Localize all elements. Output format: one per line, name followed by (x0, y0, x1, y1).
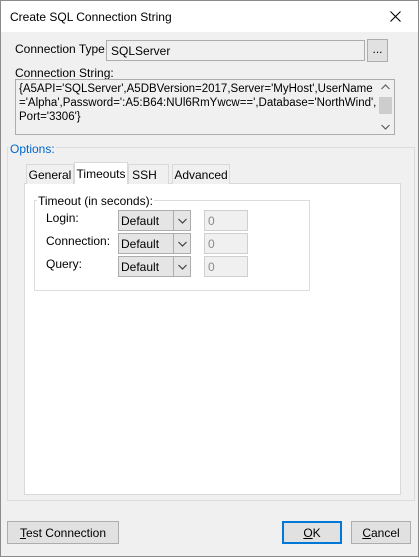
cancel-label: Cancel (362, 526, 399, 540)
connection-type-label: Connection Type: (15, 42, 109, 56)
login-timeout-mode-select[interactable]: Default (118, 210, 191, 231)
tab-ssh[interactable]: SSH (128, 164, 169, 184)
test-connection-label: Test Connection (20, 526, 106, 540)
browse-connection-type-button[interactable]: ... (367, 39, 388, 62)
tab-advanced-label: Advanced (174, 167, 228, 182)
connection-type-value: SQLServer (111, 44, 171, 58)
connection-type-field[interactable]: SQLServer (106, 40, 365, 61)
options-label: Options: (9, 142, 56, 156)
timeout-group-label: Timeout (in seconds): (37, 194, 154, 208)
tab-timeouts[interactable]: Timeouts (74, 162, 128, 184)
test-connection-button[interactable]: Test Connection (7, 521, 119, 544)
query-timeout-label: Query: (46, 257, 83, 271)
cancel-accelerator: C (362, 525, 371, 540)
cancel-button[interactable]: Cancel (351, 521, 411, 544)
login-timeout-input[interactable]: 0 (204, 210, 248, 231)
close-button[interactable] (372, 1, 418, 32)
connection-timeout-input[interactable]: 0 (204, 233, 248, 254)
chevron-down-icon[interactable] (173, 234, 190, 253)
connection-string-label: Connection String: (15, 66, 114, 80)
cancel-label-rest: ancel (370, 525, 400, 540)
tab-general[interactable]: General (26, 164, 74, 184)
connection-string-field[interactable]: {A5API='SQLServer',A5DBVersion=2017,Serv… (15, 79, 395, 135)
tab-advanced[interactable]: Advanced (172, 164, 230, 184)
connection-timeout-label: Connection: (46, 234, 111, 248)
query-timeout-mode-value: Default (121, 260, 160, 274)
close-icon (389, 11, 401, 22)
query-timeout-input[interactable]: 0 (204, 256, 248, 277)
tab-general-label: General (28, 167, 72, 182)
dialog-window: Create SQL Connection String Connection … (0, 0, 419, 557)
login-timeout-value: 0 (208, 214, 215, 228)
login-timeout-label: Login: (46, 211, 79, 225)
connection-string-value: {A5API='SQLServer',A5DBVersion=2017,Serv… (19, 83, 377, 123)
query-timeout-value: 0 (208, 260, 215, 274)
tab-ssh-label: SSH (132, 167, 157, 182)
ok-button[interactable]: OK (282, 521, 342, 544)
connection-timeout-value: 0 (208, 237, 215, 251)
ok-label: OK (303, 526, 320, 540)
test-connection-label-rest: est Connection (25, 525, 107, 540)
title-bar: Create SQL Connection String (1, 1, 418, 32)
connection-string-scrollbar[interactable] (377, 80, 394, 134)
tab-timeouts-label: Timeouts (76, 166, 126, 181)
connection-timeout-mode-select[interactable]: Default (118, 233, 191, 254)
chevron-up-icon[interactable] (377, 80, 394, 94)
login-timeout-mode-value: Default (121, 214, 160, 228)
connection-timeout-mode-value: Default (121, 237, 160, 251)
scrollbar-thumb[interactable] (379, 97, 392, 114)
chevron-down-icon[interactable] (173, 211, 190, 230)
query-timeout-mode-select[interactable]: Default (118, 256, 191, 277)
window-title: Create SQL Connection String (10, 10, 172, 24)
chevron-down-icon[interactable] (377, 120, 394, 134)
ok-label-rest: K (312, 525, 321, 540)
chevron-down-icon[interactable] (173, 257, 190, 276)
browse-button-label: ... (372, 41, 383, 56)
ok-accelerator: O (303, 525, 313, 540)
